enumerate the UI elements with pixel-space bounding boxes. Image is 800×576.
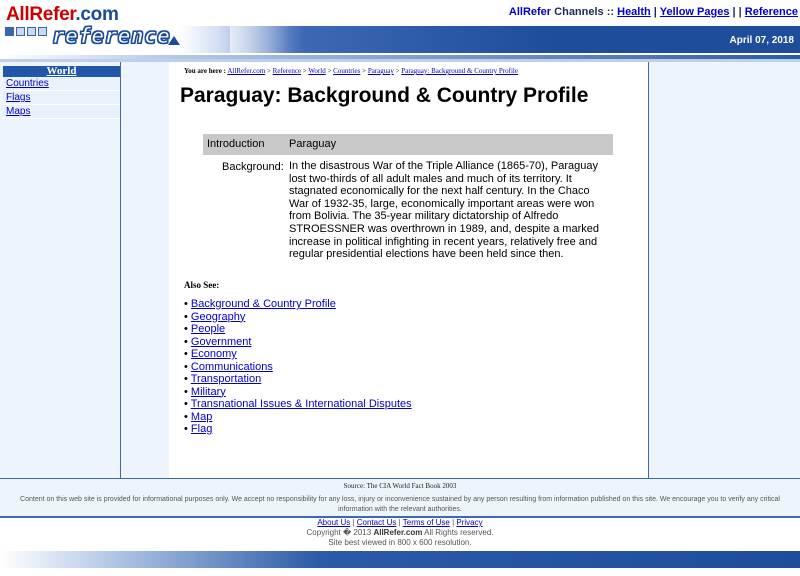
also-see-heading: Also See: [184,280,220,290]
channels-bar: AllRefer Channels :: Health | Yellow Pag… [508,6,798,18]
breadcrumb-link-world[interactable]: World [308,67,325,75]
source-credit: Source: The CIA World Fact Book 2003 [0,478,800,492]
link-transportation[interactable]: Transportation [191,373,262,385]
link-transnational-issues[interactable]: Transnational Issues & International Dis… [191,398,412,410]
list-item: • Geography [184,310,246,323]
footer: About Us | Contact Us | Terms of Use | P… [0,518,800,548]
table-header-row: Introduction Paraguay [203,134,613,155]
list-item: • Communications [184,360,273,373]
breadcrumb-prefix: You are here : [184,67,226,75]
link-geography[interactable]: Geography [191,311,245,323]
right-sidebar [648,62,800,478]
disclaimer-text: Content on this web site is provided for… [0,492,800,516]
logo-text-allrefer: AllRefer [6,4,76,25]
best-viewed-note: Site best viewed in 800 x 600 resolution… [328,538,472,547]
footer-link-privacy[interactable]: Privacy [456,518,482,527]
link-flag[interactable]: Flag [191,423,212,435]
channels-brand-link[interactable]: AllRefer [509,6,551,18]
world-nav-title[interactable]: World [3,66,120,77]
breadcrumb-link-allrefer[interactable]: AllRefer.com [227,67,265,75]
world-nav-box: World Countries Flags Maps [3,66,120,119]
logo-reference-wordmark: reference [51,24,171,49]
sidebar-link-countries[interactable]: Countries [6,78,49,89]
sidebar-link-maps[interactable]: Maps [6,106,30,117]
channels-label: Channels :: [554,6,615,18]
also-see-list: • Background & Country Profile • Geograp… [184,298,412,436]
link-people[interactable]: People [191,323,225,335]
background-label: Background: [222,161,284,173]
table-header-introduction: Introduction [207,138,265,150]
channel-link-health[interactable]: Health [617,6,651,18]
copyright-line: Copyright � 2013 AllRefer.com All Rights… [306,528,494,537]
sidebar-item-countries[interactable]: Countries [3,77,120,91]
sidebar-item-maps[interactable]: Maps [3,105,120,119]
logo-squares-icon [5,27,51,38]
breadcrumb: You are here : AllRefer.com > Reference … [184,67,518,75]
list-item: • Background & Country Profile [184,298,336,310]
breadcrumb-link-countries[interactable]: Countries [333,67,360,75]
main-content: You are here : AllRefer.com > Reference … [169,62,648,478]
breadcrumb-link-current[interactable]: Paraguay: Background & Country Profile [401,67,518,75]
link-communications[interactable]: Communications [191,361,273,373]
footer-link-terms[interactable]: Terms of Use [403,518,450,527]
footer-blue-bar [0,551,800,568]
country-info-table: Introduction Paraguay Background: In the… [203,134,613,260]
breadcrumb-link-reference[interactable]: Reference [273,67,301,75]
breadcrumb-link-paraguay[interactable]: Paraguay [368,67,394,75]
sidebar-link-flags[interactable]: Flags [6,92,30,103]
list-item: • Flag [184,423,213,435]
channel-link-yellow-pages[interactable]: Yellow Pages [660,6,730,18]
list-item: • People [184,323,226,335]
link-economy[interactable]: Economy [191,348,237,360]
channel-link-reference[interactable]: Reference [745,6,798,18]
left-sidebar [0,62,121,478]
footer-link-contact[interactable]: Contact Us [357,518,397,527]
list-item: • Government [184,335,252,348]
logo-text-com: .com [75,4,119,25]
footer-link-about[interactable]: About Us [317,518,350,527]
footer-links-row: About Us | Contact Us | Terms of Use | P… [317,518,483,527]
sidebar-item-flags[interactable]: Flags [3,91,120,105]
logo-triangle-icon [168,36,180,45]
list-item: • Transportation [184,373,262,385]
header-date: April 07, 2018 [729,35,794,46]
list-item: • Economy [184,348,237,360]
list-item: • Transnational Issues & International D… [184,398,412,410]
list-item: • Military [184,385,226,398]
list-item: • Map [184,410,213,423]
page-title: Paraguay: Background & Country Profile [180,84,589,107]
link-map[interactable]: Map [191,411,212,423]
link-government[interactable]: Government [191,336,252,348]
link-military[interactable]: Military [191,386,226,398]
site-logo[interactable]: AllRefer.com [6,4,119,26]
table-header-country: Paraguay [289,138,337,150]
background-text: In the disastrous War of the Triple Alli… [289,160,599,261]
link-background-profile[interactable]: Background & Country Profile [191,298,336,310]
